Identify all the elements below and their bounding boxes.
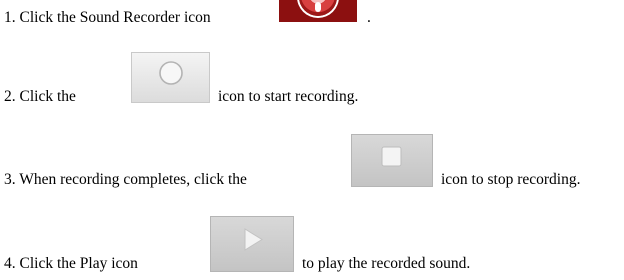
step-4-text: 4. Click the Play icon (4, 255, 138, 272)
step-2-text: 2. Click the (4, 88, 76, 105)
play-button-icon[interactable] (210, 216, 294, 272)
step-3-text: 3. When recording completes, click the (4, 171, 247, 188)
step-1-text: 1. Click the Sound Recorder icon (4, 9, 211, 26)
microphone-glyph (315, 2, 321, 12)
step-4-suffix: to play the recorded sound. (302, 255, 471, 272)
sound-recorder-icon[interactable] (279, 0, 357, 22)
stop-square-icon (381, 146, 402, 167)
step-2-suffix: icon to start recording. (218, 88, 359, 105)
stop-button-icon[interactable] (351, 134, 433, 187)
play-triangle-icon (244, 228, 263, 251)
record-button-icon[interactable] (131, 52, 210, 103)
step-1-suffix: . (367, 9, 371, 26)
record-circle-icon (159, 61, 183, 85)
step-3-suffix: icon to stop recording. (441, 171, 581, 188)
